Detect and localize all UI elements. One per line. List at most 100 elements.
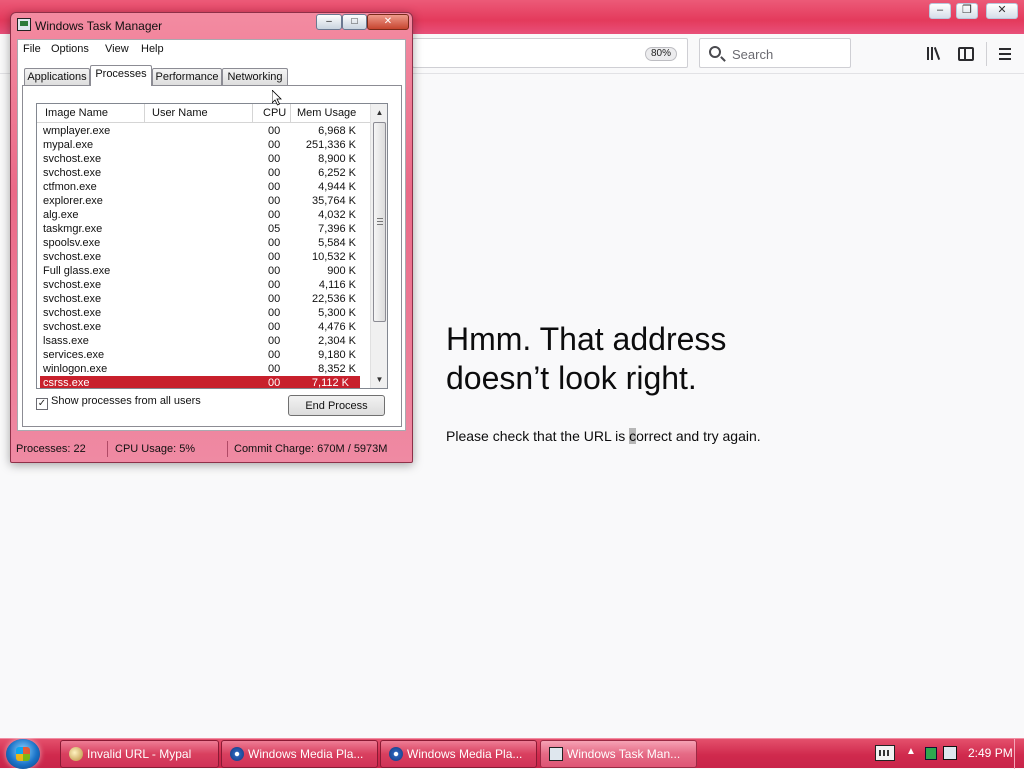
process-mem-usage: 8,352 K [318, 363, 356, 375]
sidebar-icon[interactable] [958, 47, 974, 61]
process-image-name: svchost.exe [43, 167, 102, 179]
process-cpu: 00 [268, 181, 281, 193]
process-cpu: 00 [268, 349, 281, 361]
process-cpu: 05 [268, 223, 281, 235]
toolbar-separator [986, 42, 987, 66]
scrollbar-thumb[interactable] [373, 122, 386, 322]
tray-task-manager-icon[interactable] [943, 746, 957, 760]
mypal-icon [69, 747, 83, 761]
menu-view[interactable]: View [102, 42, 132, 56]
process-list[interactable]: Image Name User Name CPU Mem Usage wmpla… [36, 103, 388, 389]
tab-strip: Applications Processes Performance Netwo… [22, 65, 402, 86]
table-row[interactable]: Full glass.exe 00 900 K [37, 264, 370, 278]
table-row[interactable]: mypal.exe 00 251,336 K [37, 138, 370, 152]
process-rows: wmplayer.exe 00 6,968 K mypal.exe 00 251,336 … [37, 124, 370, 389]
taskbar-button-task-manager[interactable]: Windows Task Man... [540, 740, 697, 768]
search-input[interactable] [730, 45, 842, 63]
process-cpu: 00 [268, 167, 281, 179]
task-manager-titlebar[interactable]: Windows Task Manager – □ ✕ [11, 13, 412, 39]
table-row[interactable]: winlogon.exe 00 8,352 K [37, 362, 370, 376]
show-hidden-icons-arrow-icon[interactable]: ▲ [906, 746, 916, 757]
task-manager-window[interactable]: Windows Task Manager – □ ✕ File Options … [10, 12, 413, 463]
tab-processes[interactable]: Processes [90, 65, 152, 86]
checkbox-check-icon[interactable]: ✓ [36, 398, 48, 410]
process-image-name: svchost.exe [43, 279, 102, 291]
table-row[interactable]: svchost.exe 00 6,252 K [37, 166, 370, 180]
process-cpu: 00 [268, 377, 281, 389]
table-row[interactable]: wmplayer.exe 00 6,968 K [37, 124, 370, 138]
column-header-image-name[interactable]: Image Name [45, 107, 108, 119]
tab-networking[interactable]: Networking [222, 68, 288, 86]
menu-options[interactable]: Options [48, 42, 92, 56]
start-button[interactable] [6, 739, 40, 769]
browser-close-button[interactable]: ✕ [986, 3, 1018, 19]
status-cpu-usage: CPU Usage: 5% [115, 443, 196, 455]
system-clock[interactable]: 2:49 PM [968, 746, 1013, 760]
scroll-down-arrow-icon[interactable]: ▼ [371, 371, 387, 388]
tab-performance[interactable]: Performance [152, 68, 222, 86]
process-image-name: svchost.exe [43, 293, 102, 305]
table-row[interactable]: svchost.exe 00 8,900 K [37, 152, 370, 166]
process-image-name: lsass.exe [43, 335, 89, 347]
table-row[interactable]: svchost.exe 00 4,116 K [37, 278, 370, 292]
tab-applications[interactable]: Applications [24, 68, 90, 86]
column-divider[interactable] [252, 104, 253, 123]
menu-file[interactable]: File [20, 42, 44, 56]
taskbar-button-media-player-1[interactable]: Windows Media Pla... [221, 740, 378, 768]
table-row[interactable]: svchost.exe 00 22,536 K [37, 292, 370, 306]
process-image-name: mypal.exe [43, 139, 94, 151]
menu-help[interactable]: Help [138, 42, 167, 56]
table-row[interactable]: services.exe 00 9,180 K [37, 348, 370, 362]
table-row[interactable]: svchost.exe 00 5,300 K [37, 306, 370, 320]
process-image-name: spoolsv.exe [43, 237, 101, 249]
tray-app-icon[interactable] [925, 747, 937, 760]
error-heading-line-1: Hmm. That address [446, 321, 727, 357]
search-box[interactable] [699, 38, 851, 68]
maximize-button[interactable]: □ [342, 14, 367, 30]
vertical-scrollbar[interactable]: ▲ ▼ [370, 104, 387, 388]
close-button[interactable]: ✕ [367, 14, 409, 30]
library-icon[interactable] [926, 46, 942, 62]
zoom-indicator[interactable]: 80% [645, 47, 677, 61]
column-header-user-name[interactable]: User Name [152, 107, 208, 119]
error-heading-line-2: doesn’t look right. [446, 360, 697, 396]
error-message-end: orrect and try again. [636, 428, 761, 444]
table-row[interactable]: lsass.exe 00 2,304 K [37, 334, 370, 348]
column-header-cpu[interactable]: CPU [263, 107, 286, 119]
end-process-button[interactable]: End Process [288, 395, 385, 416]
taskbar-button-media-player-2[interactable]: Windows Media Pla... [380, 740, 537, 768]
process-cpu: 00 [268, 265, 281, 277]
table-row[interactable]: alg.exe 00 4,032 K [37, 208, 370, 222]
table-row[interactable]: svchost.exe 00 4,476 K [37, 320, 370, 334]
url-bar[interactable]: 80% [412, 38, 688, 68]
hamburger-menu-icon[interactable] [999, 46, 1011, 62]
column-header-mem-usage[interactable]: Mem Usage [297, 107, 356, 119]
taskbar-button-label: Invalid URL - Mypal [87, 747, 192, 761]
process-cpu: 00 [268, 279, 281, 291]
table-row[interactable]: svchost.exe 00 10,532 K [37, 250, 370, 264]
process-mem-usage: 5,584 K [318, 237, 356, 249]
process-mem-usage: 900 K [327, 265, 356, 277]
process-cpu: 00 [268, 363, 281, 375]
process-image-name: svchost.exe [43, 307, 102, 319]
table-row[interactable]: taskmgr.exe 05 7,396 K [37, 222, 370, 236]
media-player-icon [230, 747, 244, 761]
process-cpu: 00 [268, 307, 281, 319]
show-desktop-button[interactable] [1014, 739, 1024, 769]
show-all-users-label: Show processes from all users [51, 395, 201, 407]
process-cpu: 00 [268, 153, 281, 165]
table-row-selected[interactable]: csrss.exe 00 7,112 K [40, 376, 360, 389]
scroll-up-arrow-icon[interactable]: ▲ [371, 104, 387, 121]
table-row[interactable]: ctfmon.exe 00 4,944 K [37, 180, 370, 194]
taskbar-button-mypal[interactable]: Invalid URL - Mypal [60, 740, 219, 768]
column-divider[interactable] [144, 104, 145, 123]
column-divider[interactable] [290, 104, 291, 123]
table-row[interactable]: spoolsv.exe 00 5,584 K [37, 236, 370, 250]
process-cpu: 00 [268, 335, 281, 347]
browser-restore-button[interactable]: ❐ [956, 3, 978, 19]
show-all-users-checkbox[interactable]: ✓ Show processes from all users [36, 395, 201, 410]
keyboard-icon[interactable] [875, 745, 895, 761]
minimize-button[interactable]: – [316, 14, 342, 30]
browser-minimize-button[interactable]: – [929, 3, 951, 19]
table-row[interactable]: explorer.exe 00 35,764 K [37, 194, 370, 208]
